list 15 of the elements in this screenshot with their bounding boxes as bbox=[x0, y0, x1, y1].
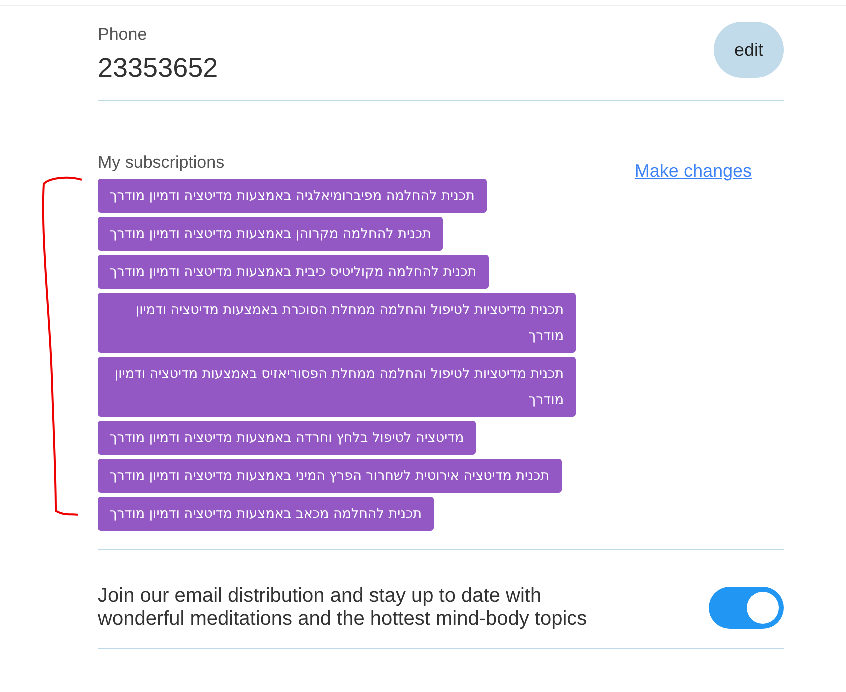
subscription-tag: תכנית להחלמה מפיברומיאלגיה באמצעות מדיטציה ודמיון מודרך bbox=[98, 179, 487, 214]
subscription-tag: מדיטציה לטיפול בלחץ וחרדה באמצעות מדיטציה ודמיון מודרך bbox=[98, 421, 476, 456]
subscription-tag: תכנית להחלמה מקוליטיס כיבית באמצעות מדיטציה ודמיון מודרך bbox=[98, 255, 489, 290]
subscription-tag: תכנית מדיטציה אירוטית לשחרור הפרץ המיני באמצעות מדיטציה ודמיון מודרך bbox=[98, 459, 562, 494]
make-changes-link[interactable]: Make changes bbox=[634, 160, 752, 181]
newsletter-toggle[interactable] bbox=[709, 587, 784, 630]
phone-number: 23353652 bbox=[98, 52, 218, 84]
edit-button[interactable]: edit bbox=[714, 22, 784, 78]
subscription-tag: תכנית להחלמה מקרוהן באמצעות מדיטציה ודמיון מודרך bbox=[98, 217, 444, 252]
phone-label: Phone bbox=[98, 24, 148, 46]
subscription-tag: תכנית להחלמה מכאב באמצעות מדיטציה ודמיון מודרך bbox=[98, 497, 434, 532]
subscription-tag: תכנית מדיטציות לטיפול והחלמה ממחלת הסוכרת באמצעות מדיטציה ודמיון מודרך bbox=[98, 293, 576, 354]
subscriptions-heading: My subscriptions bbox=[98, 152, 226, 174]
newsletter-text: Join our email distribution and stay up to date with wonderful meditations and the hottest mind-body topics bbox=[98, 585, 588, 632]
subscription-tag: תכנית מדיטציות לטיפול והחלמה ממחלת הפסוריאזיס באמצעות מדיטציה ודמיון מודרך bbox=[98, 357, 576, 418]
